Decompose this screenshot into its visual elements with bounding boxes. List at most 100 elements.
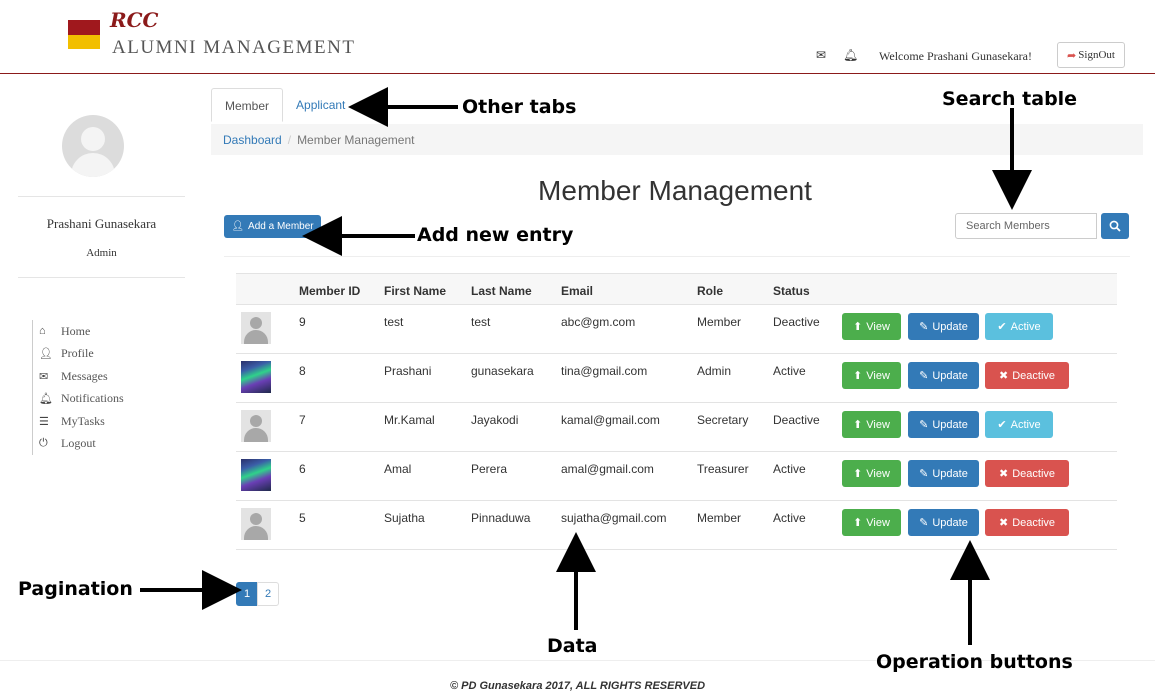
page-1-button[interactable]: 1 bbox=[236, 582, 258, 606]
add-member-button[interactable]: 👤︎ Add a Member bbox=[224, 215, 321, 238]
sidebar-item-label: Profile bbox=[61, 346, 94, 361]
search-input[interactable] bbox=[955, 213, 1097, 239]
view-button[interactable]: ⬆ View bbox=[842, 509, 901, 536]
col-status[interactable]: Status bbox=[773, 284, 810, 298]
members-table: Member ID First Name Last Name Email Rol… bbox=[236, 273, 1117, 550]
search-button[interactable] bbox=[1101, 213, 1129, 239]
envelope-icon[interactable]: ✉ bbox=[816, 48, 826, 62]
sidebar-item-mytasks[interactable]: ☰ MyTasks bbox=[39, 410, 124, 433]
home-icon: ⌂ bbox=[39, 325, 46, 338]
activate-label: Active bbox=[1010, 418, 1041, 431]
cell-email: kamal@gmail.com bbox=[561, 413, 660, 427]
cell-last-name: test bbox=[471, 315, 491, 329]
col-email[interactable]: Email bbox=[561, 284, 593, 298]
pencil-icon: ✎ bbox=[919, 321, 929, 333]
cell-email: sujatha@gmail.com bbox=[561, 511, 667, 525]
table-body: 9 test test abc@gm.com Member Deactive ⬆ View ✎ U… bbox=[236, 305, 1117, 550]
check-icon: ✔ bbox=[997, 419, 1007, 431]
logo-app-name: ALUMNI MANAGEMENT bbox=[112, 37, 356, 58]
activate-button[interactable]: ✔ Active bbox=[985, 411, 1053, 438]
sidebar-item-label: MyTasks bbox=[61, 413, 105, 428]
update-button[interactable]: ✎ Update bbox=[908, 313, 979, 340]
upload-icon: ⬆ bbox=[853, 370, 863, 382]
app-logo[interactable]: RCC ALUMNI MANAGEMENT bbox=[68, 8, 368, 68]
signout-button[interactable]: ➦ SignOut bbox=[1057, 42, 1125, 68]
annotation-other-tabs: Other tabs bbox=[462, 96, 577, 118]
update-label: Update bbox=[932, 320, 968, 333]
bell-icon: 🔔︎ bbox=[39, 393, 53, 406]
table-row: 7 Mr.Kamal Jayakodi kamal@gmail.com Secretar… bbox=[236, 403, 1117, 452]
logo-flag-gold bbox=[68, 35, 100, 49]
view-button[interactable]: ⬆ View bbox=[842, 362, 901, 389]
upload-icon: ⬆ bbox=[853, 419, 863, 431]
table-row: 9 test test abc@gm.com Member Deactive ⬆ View ✎ U… bbox=[236, 305, 1117, 354]
x-icon: ✖ bbox=[998, 468, 1009, 480]
cell-last-name: Pinnaduwa bbox=[471, 511, 531, 525]
sidebar-item-label: Notifications bbox=[61, 391, 124, 406]
cell-first-name: Mr.Kamal bbox=[384, 413, 435, 427]
member-photo bbox=[241, 361, 271, 393]
col-first-name[interactable]: First Name bbox=[384, 284, 446, 298]
cell-status: Deactive bbox=[773, 413, 820, 427]
page-2-button[interactable]: 2 bbox=[257, 582, 279, 606]
search-icon bbox=[1109, 220, 1121, 232]
user-icon: 👤︎ bbox=[39, 348, 53, 361]
update-label: Update bbox=[932, 418, 968, 431]
pencil-icon: ✎ bbox=[919, 370, 929, 382]
update-button[interactable]: ✎ Update bbox=[908, 411, 979, 438]
sidebar-user-role: Admin bbox=[86, 247, 117, 259]
deactivate-label: Deactive bbox=[1012, 369, 1055, 382]
sidebar-divider bbox=[18, 277, 185, 278]
pencil-icon: ✎ bbox=[919, 517, 929, 529]
view-label: View bbox=[866, 516, 890, 529]
sidebar-item-profile[interactable]: 👤︎ Profile bbox=[39, 343, 124, 366]
power-icon: ⏻ bbox=[39, 437, 48, 450]
sidebar-item-notifications[interactable]: 🔔︎ Notifications bbox=[39, 388, 124, 411]
col-role[interactable]: Role bbox=[697, 284, 723, 298]
cell-first-name: Sujatha bbox=[384, 511, 425, 525]
annotation-pagination: Pagination bbox=[18, 578, 133, 600]
view-button[interactable]: ⬆ View bbox=[842, 313, 901, 340]
col-last-name[interactable]: Last Name bbox=[471, 284, 532, 298]
deactivate-button[interactable]: ✖ Deactive bbox=[985, 509, 1069, 536]
breadcrumb: Dashboard / Member Management bbox=[211, 124, 1143, 155]
sidebar-item-label: Logout bbox=[61, 436, 96, 451]
update-button[interactable]: ✎ Update bbox=[908, 509, 979, 536]
tab-applicant[interactable]: Applicant bbox=[283, 88, 358, 122]
deactivate-label: Deactive bbox=[1012, 516, 1055, 529]
deactivate-button[interactable]: ✖ Deactive bbox=[985, 362, 1069, 389]
update-button[interactable]: ✎ Update bbox=[908, 362, 979, 389]
member-avatar bbox=[241, 508, 271, 540]
activate-button[interactable]: ✔ Active bbox=[985, 313, 1053, 340]
table-row: 5 Sujatha Pinnaduwa sujatha@gmail.com Member… bbox=[236, 501, 1117, 550]
tab-bar: Member Applicant bbox=[211, 88, 358, 122]
update-label: Update bbox=[932, 369, 968, 382]
deactivate-button[interactable]: ✖ Deactive bbox=[985, 460, 1069, 487]
footer-copyright: © PD Gunasekara 2017, ALL RIGHTS RESERVE… bbox=[449, 680, 706, 692]
member-photo bbox=[241, 459, 271, 491]
breadcrumb-dashboard-link[interactable]: Dashboard bbox=[223, 133, 282, 147]
cell-email: abc@gm.com bbox=[561, 315, 636, 329]
view-button[interactable]: ⬆ View bbox=[842, 460, 901, 487]
update-button[interactable]: ✎ Update bbox=[908, 460, 979, 487]
sidebar-item-logout[interactable]: ⏻ Logout bbox=[39, 433, 124, 456]
cell-member-id: 8 bbox=[299, 364, 306, 378]
welcome-text: Welcome Prashani Gunasekara! bbox=[879, 49, 1032, 63]
cell-status: Active bbox=[773, 462, 806, 476]
col-member-id[interactable]: Member ID bbox=[299, 284, 360, 298]
profile-avatar bbox=[62, 115, 124, 177]
cell-role: Treasurer bbox=[697, 462, 749, 476]
sidebar-item-home[interactable]: ⌂ Home bbox=[39, 320, 124, 343]
annotation-operation-buttons: Operation buttons bbox=[876, 651, 1073, 673]
cell-last-name: gunasekara bbox=[471, 364, 534, 378]
upload-icon: ⬆ bbox=[853, 517, 863, 529]
sidebar-item-messages[interactable]: ✉ Messages bbox=[39, 365, 124, 388]
view-label: View bbox=[866, 418, 890, 431]
cell-member-id: 9 bbox=[299, 315, 306, 329]
cell-email: amal@gmail.com bbox=[561, 462, 654, 476]
cell-role: Secretary bbox=[697, 413, 749, 427]
view-button[interactable]: ⬆ View bbox=[842, 411, 901, 438]
tab-member[interactable]: Member bbox=[211, 88, 284, 122]
bell-icon[interactable]: 🔔︎ bbox=[843, 48, 858, 62]
pagination: 1 2 bbox=[236, 582, 279, 606]
